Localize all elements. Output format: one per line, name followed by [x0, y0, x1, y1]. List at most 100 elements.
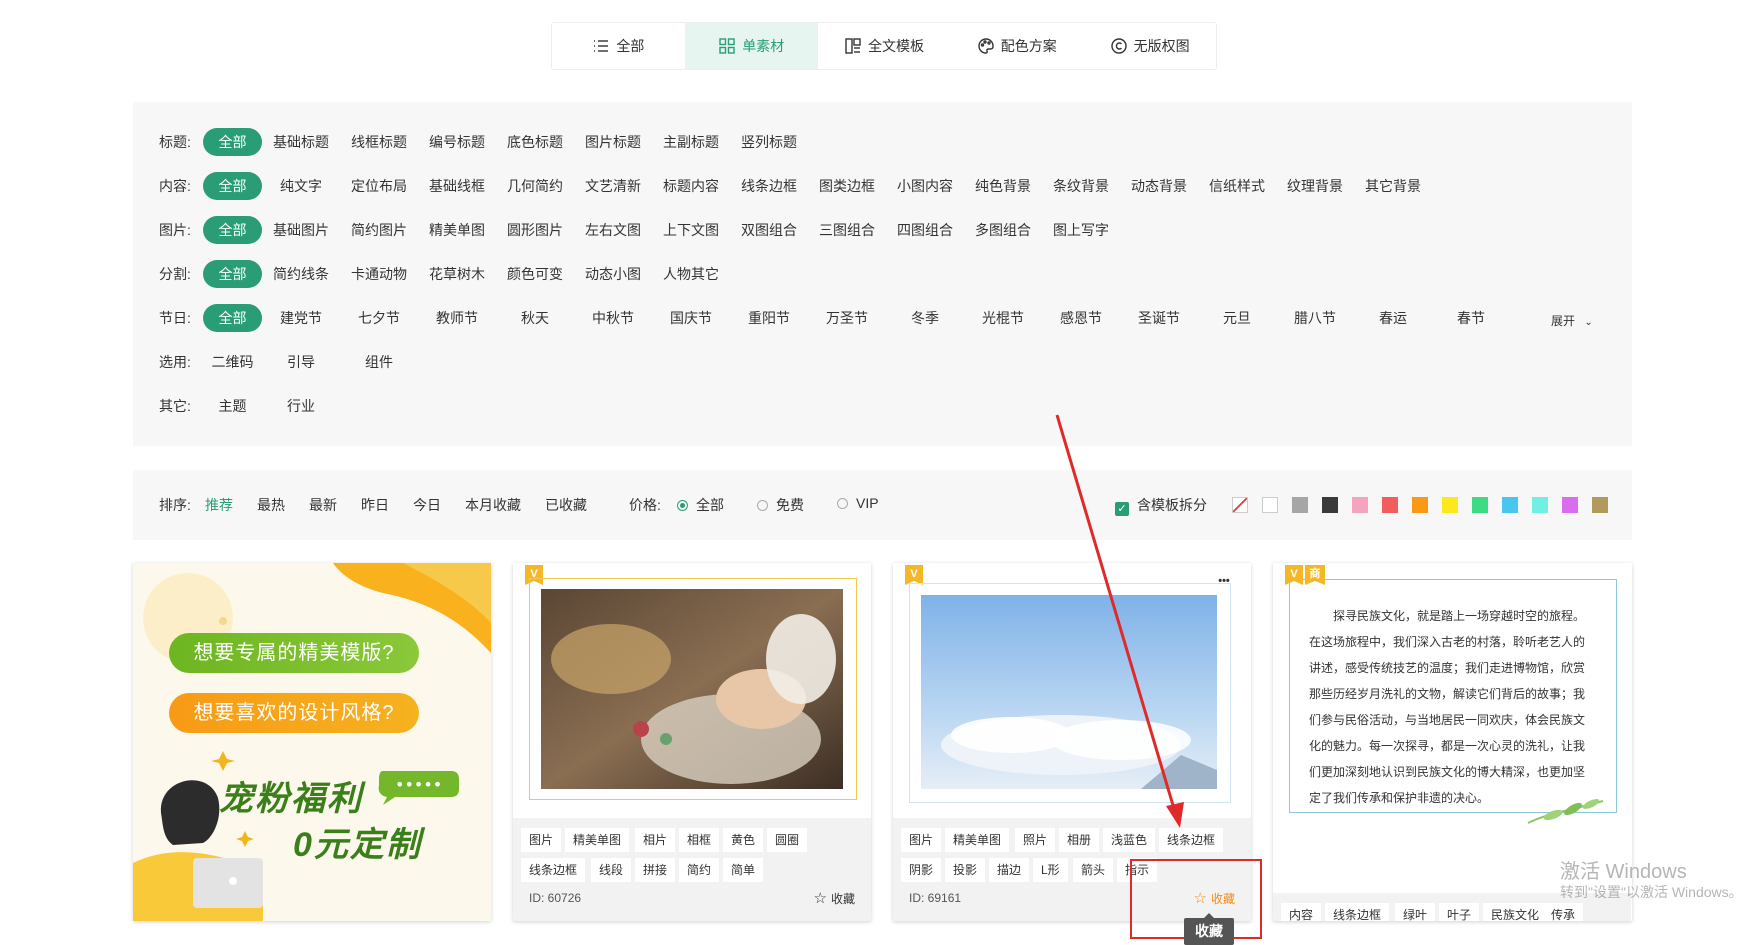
filter-item[interactable]: 几何简约	[496, 176, 574, 196]
filter-item[interactable]: 图上写字	[1042, 220, 1120, 240]
filter-item[interactable]: 春运	[1354, 308, 1432, 328]
price-option-free[interactable]: 免费	[757, 495, 804, 515]
tag[interactable]: 内容	[1281, 903, 1322, 921]
material-card[interactable]: V 图片 精美单图 相片 相框 黄色 圆圈 线条边框 线段 拼接 简约 简单 I…	[513, 563, 871, 921]
color-swatch[interactable]	[1532, 497, 1548, 513]
filter-item[interactable]: 线框标题	[340, 132, 418, 152]
sort-recommend[interactable]: 推荐	[205, 495, 233, 515]
filter-item[interactable]: 组件	[340, 352, 418, 372]
filter-item[interactable]: 动态小图	[574, 264, 652, 284]
tag[interactable]: 绿叶	[1395, 903, 1436, 921]
tag[interactable]: 图片	[521, 828, 562, 852]
filter-item[interactable]: 花草树木	[418, 264, 496, 284]
filter-item[interactable]: 光棍节	[964, 308, 1042, 328]
color-swatch[interactable]	[1292, 497, 1308, 513]
filter-item[interactable]: 建党节	[262, 308, 340, 328]
tag[interactable]: 圆圈	[767, 828, 808, 852]
tag[interactable]: 线条边框	[1159, 828, 1224, 852]
tag[interactable]: 线条边框	[1325, 903, 1390, 921]
tag[interactable]: 简约	[679, 858, 720, 882]
sort-yesterday[interactable]: 昨日	[361, 495, 389, 515]
tag[interactable]: 相片	[635, 828, 676, 852]
filter-item[interactable]: 万圣节	[808, 308, 886, 328]
tag[interactable]: 图片	[901, 828, 942, 852]
filter-item[interactable]: 图类边框	[808, 176, 886, 196]
filter-item[interactable]: 行业	[262, 396, 340, 416]
filter-item[interactable]: 卡通动物	[340, 264, 418, 284]
filter-item[interactable]: 条纹背景	[1042, 176, 1120, 196]
tag[interactable]: 阴影	[901, 858, 942, 882]
color-swatch[interactable]	[1562, 497, 1578, 513]
filter-item[interactable]: 颜色可变	[496, 264, 574, 284]
tag[interactable]: 投影	[945, 858, 986, 882]
filter-item[interactable]: 中秋节	[574, 308, 652, 328]
filter-item[interactable]: 重阳节	[730, 308, 808, 328]
filter-item[interactable]: 全部	[203, 128, 262, 156]
color-swatch[interactable]	[1412, 497, 1428, 513]
tag[interactable]: 相框	[679, 828, 720, 852]
filter-item[interactable]: 人物其它	[652, 264, 730, 284]
filter-item[interactable]: 底色标题	[496, 132, 574, 152]
filter-item[interactable]: 二维码	[203, 352, 262, 372]
template-split-checkbox[interactable]: ✓ 含模板拆分	[1115, 495, 1207, 516]
tag[interactable]: 传承	[1543, 903, 1584, 921]
color-swatch-none[interactable]	[1232, 497, 1248, 513]
tab-single-material[interactable]: 单素材	[684, 23, 818, 69]
tag[interactable]: 描边	[989, 858, 1030, 882]
filter-item[interactable]: 春节	[1432, 308, 1510, 328]
filter-item[interactable]: 竖列标题	[730, 132, 808, 152]
filter-item[interactable]: 多图组合	[964, 220, 1042, 240]
filter-item[interactable]: 国庆节	[652, 308, 730, 328]
color-swatch[interactable]	[1592, 497, 1608, 513]
color-swatch[interactable]	[1472, 497, 1488, 513]
filter-item[interactable]: 感恩节	[1042, 308, 1120, 328]
filter-item[interactable]: 全部	[203, 172, 262, 200]
filter-item[interactable]: 双图组合	[730, 220, 808, 240]
filter-item[interactable]: 基础线框	[418, 176, 496, 196]
filter-item[interactable]: 编号标题	[418, 132, 496, 152]
filter-item[interactable]: 引导	[262, 352, 340, 372]
filter-item[interactable]: 信纸样式	[1198, 176, 1276, 196]
filter-item[interactable]: 全部	[203, 260, 262, 288]
filter-item[interactable]: 定位布局	[340, 176, 418, 196]
tag[interactable]: 浅蓝色	[1103, 828, 1156, 852]
filter-item[interactable]: 纹理背景	[1276, 176, 1354, 196]
filter-item[interactable]: 圣诞节	[1120, 308, 1198, 328]
filter-item[interactable]: 七夕节	[340, 308, 418, 328]
color-swatch[interactable]	[1442, 497, 1458, 513]
filter-item[interactable]: 三图组合	[808, 220, 886, 240]
filter-item[interactable]: 腊八节	[1276, 308, 1354, 328]
tab-full-template[interactable]: 全文模板	[818, 23, 951, 69]
sort-favorited[interactable]: 已收藏	[545, 495, 587, 515]
filter-item[interactable]: 秋天	[496, 308, 574, 328]
filter-item[interactable]: 元旦	[1198, 308, 1276, 328]
tag[interactable]: 叶子	[1439, 903, 1480, 921]
filter-item[interactable]: 全部	[203, 216, 262, 244]
tag[interactable]: 线段	[591, 858, 632, 882]
tag[interactable]: 线条边框	[521, 858, 586, 882]
ad-card[interactable]: ••••• 想要专属的精美模版? 想要喜欢的设计风格? 宠粉福利 0元定制	[133, 563, 491, 921]
tag[interactable]: 箭头	[1073, 858, 1114, 882]
filter-item[interactable]: 线条边框	[730, 176, 808, 196]
sort-hottest[interactable]: 最热	[257, 495, 285, 515]
expand-button[interactable]: 展开 ⌄	[1551, 312, 1593, 329]
filter-item[interactable]: 简约线条	[262, 264, 340, 284]
filter-item[interactable]: 文艺清新	[574, 176, 652, 196]
tag[interactable]: 黄色	[723, 828, 764, 852]
filter-item[interactable]: 图片标题	[574, 132, 652, 152]
filter-item[interactable]: 左右文图	[574, 220, 652, 240]
price-option-all[interactable]: 全部	[677, 495, 724, 515]
filter-item[interactable]: 圆形图片	[496, 220, 574, 240]
tag[interactable]: 照片	[1015, 828, 1056, 852]
filter-item[interactable]: 上下文图	[652, 220, 730, 240]
filter-item[interactable]: 四图组合	[886, 220, 964, 240]
filter-item[interactable]: 基础图片	[262, 220, 340, 240]
tag[interactable]: 相册	[1059, 828, 1100, 852]
filter-item[interactable]: 小图内容	[886, 176, 964, 196]
filter-item[interactable]: 基础标题	[262, 132, 340, 152]
tab-color-scheme[interactable]: 配色方案	[950, 23, 1083, 69]
filter-item[interactable]: 其它背景	[1354, 176, 1432, 196]
filter-item[interactable]: 动态背景	[1120, 176, 1198, 196]
sort-newest[interactable]: 最新	[309, 495, 337, 515]
price-option-vip[interactable]: VIP	[837, 495, 879, 511]
